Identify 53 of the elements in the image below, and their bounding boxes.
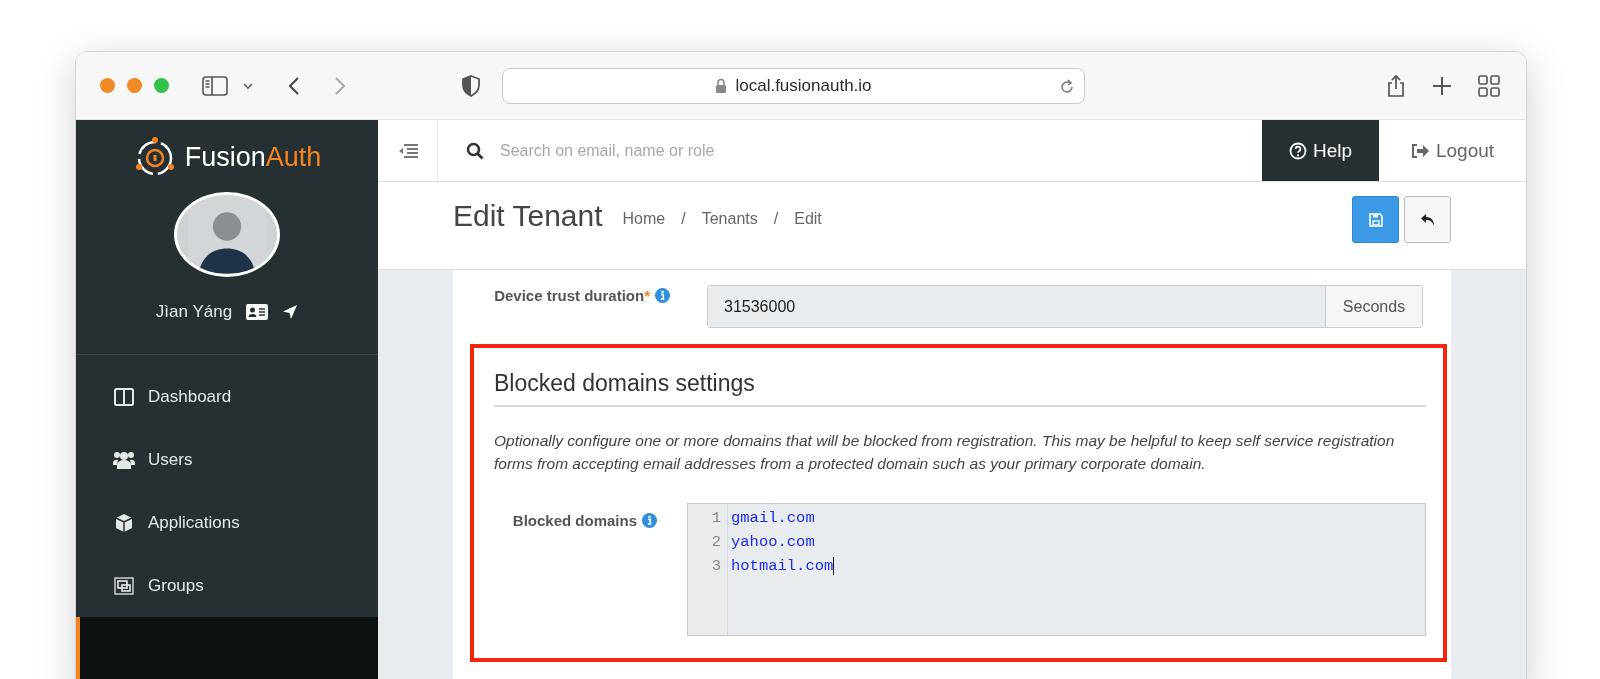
nav-item[interactable]: Dashboard (76, 365, 378, 428)
users-icon (112, 449, 136, 470)
code-line: yahoo.com (731, 532, 816, 553)
line-number: 3 (710, 556, 721, 577)
code-editor[interactable]: 1 2 3 gmail.com yahoo.com hotmail.com (687, 503, 1426, 636)
tab-grid-icon[interactable] (1478, 74, 1500, 97)
breadcrumb-separator: / (681, 209, 686, 228)
field-label: Device trust duration* (494, 287, 650, 304)
plus-icon[interactable] (1432, 75, 1452, 96)
line-number: 1 (710, 508, 721, 529)
id-card-icon[interactable] (246, 304, 269, 321)
breadcrumb-link[interactable]: Home (622, 209, 666, 228)
shield-icon[interactable] (462, 74, 480, 97)
question-circle-icon (1288, 141, 1307, 160)
code-line: gmail.com (731, 508, 816, 529)
duration-field[interactable]: 31536000 Seconds (707, 285, 1423, 328)
info-icon[interactable] (642, 513, 657, 528)
lock-icon (715, 78, 728, 93)
user-name: Jìan Yáng (155, 302, 233, 323)
code-line: hotmail.com (731, 556, 836, 577)
info-icon[interactable] (655, 288, 670, 303)
reply-arrow-icon (1419, 212, 1436, 227)
section-heading: Blocked domains settings (494, 362, 1426, 407)
breadcrumb-separator: / (773, 209, 779, 228)
search-icon (466, 141, 484, 160)
sidebar-toggle-icon[interactable] (202, 75, 228, 96)
close-window-button[interactable] (100, 78, 115, 93)
group-objects-icon (113, 575, 135, 596)
chevron-down-icon[interactable] (242, 81, 254, 90)
help-button[interactable]: Help (1262, 120, 1379, 181)
minimize-window-button[interactable] (127, 78, 142, 93)
page-title: Edit Tenant (453, 198, 603, 233)
reload-icon[interactable] (1059, 77, 1075, 96)
nav-item[interactable]: Applications (76, 491, 378, 554)
back-icon[interactable] (288, 75, 300, 96)
menu-collapse-icon (397, 143, 418, 158)
logout-button[interactable]: Logout (1379, 120, 1526, 181)
fusionauth-logo[interactable]: FusionAuth (76, 120, 378, 192)
share-icon[interactable] (1386, 73, 1406, 98)
breadcrumb-link[interactable]: Tenants (701, 209, 758, 228)
nav-item[interactable]: Users (76, 428, 378, 491)
line-number: 2 (710, 532, 721, 553)
field-label: Blocked domains (512, 512, 637, 529)
address-bar[interactable]: local.fusionauth.io (502, 67, 1085, 104)
cube-icon (114, 512, 134, 533)
nav-item[interactable]: Groups (76, 554, 378, 617)
location-arrow-icon[interactable] (282, 304, 299, 321)
sign-out-icon (1410, 142, 1429, 159)
section-description: Optionally configure one or more domains that will be blocked from registration. This may be helpful to keep self service registration forms from accepting email addresses from a protected domain such as your primary corporate domain. (494, 431, 1396, 474)
unit-addon: Seconds (1325, 286, 1422, 327)
columns-icon (114, 387, 134, 406)
save-button[interactable] (1352, 196, 1399, 243)
undo-button[interactable] (1404, 196, 1451, 243)
